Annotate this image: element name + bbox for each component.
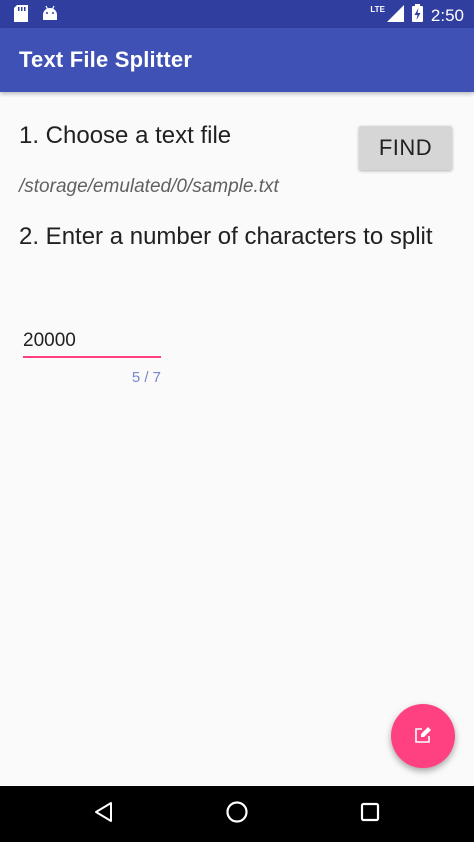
back-button[interactable] (90, 800, 118, 828)
app-title: Text File Splitter (19, 47, 193, 72)
step2-label: 2. Enter a number of characters to split (19, 223, 433, 250)
recents-icon (360, 802, 380, 827)
status-bar: LTE 2:50 (0, 0, 474, 28)
signal-icon (386, 4, 404, 27)
characters-input[interactable] (23, 326, 161, 358)
recents-button[interactable] (356, 800, 384, 828)
file-path-text: /storage/emulated/0/sample.txt (19, 176, 279, 197)
character-counter: 5 / 7 (131, 369, 161, 386)
android-icon (42, 5, 58, 27)
network-type-label: LTE (370, 5, 385, 14)
home-icon (225, 800, 249, 829)
back-icon (93, 801, 115, 828)
battery-charging-icon (411, 4, 423, 27)
app-bar: Text File Splitter (0, 28, 474, 92)
step1-label: 1. Choose a text file (19, 122, 232, 149)
sd-card-icon (14, 5, 28, 27)
status-time: 2:50 (430, 5, 464, 25)
home-button[interactable] (223, 800, 251, 828)
edit-icon (413, 725, 433, 748)
find-button[interactable]: FIND (359, 126, 452, 170)
navigation-bar (0, 786, 474, 842)
split-fab-button[interactable] (391, 704, 455, 768)
